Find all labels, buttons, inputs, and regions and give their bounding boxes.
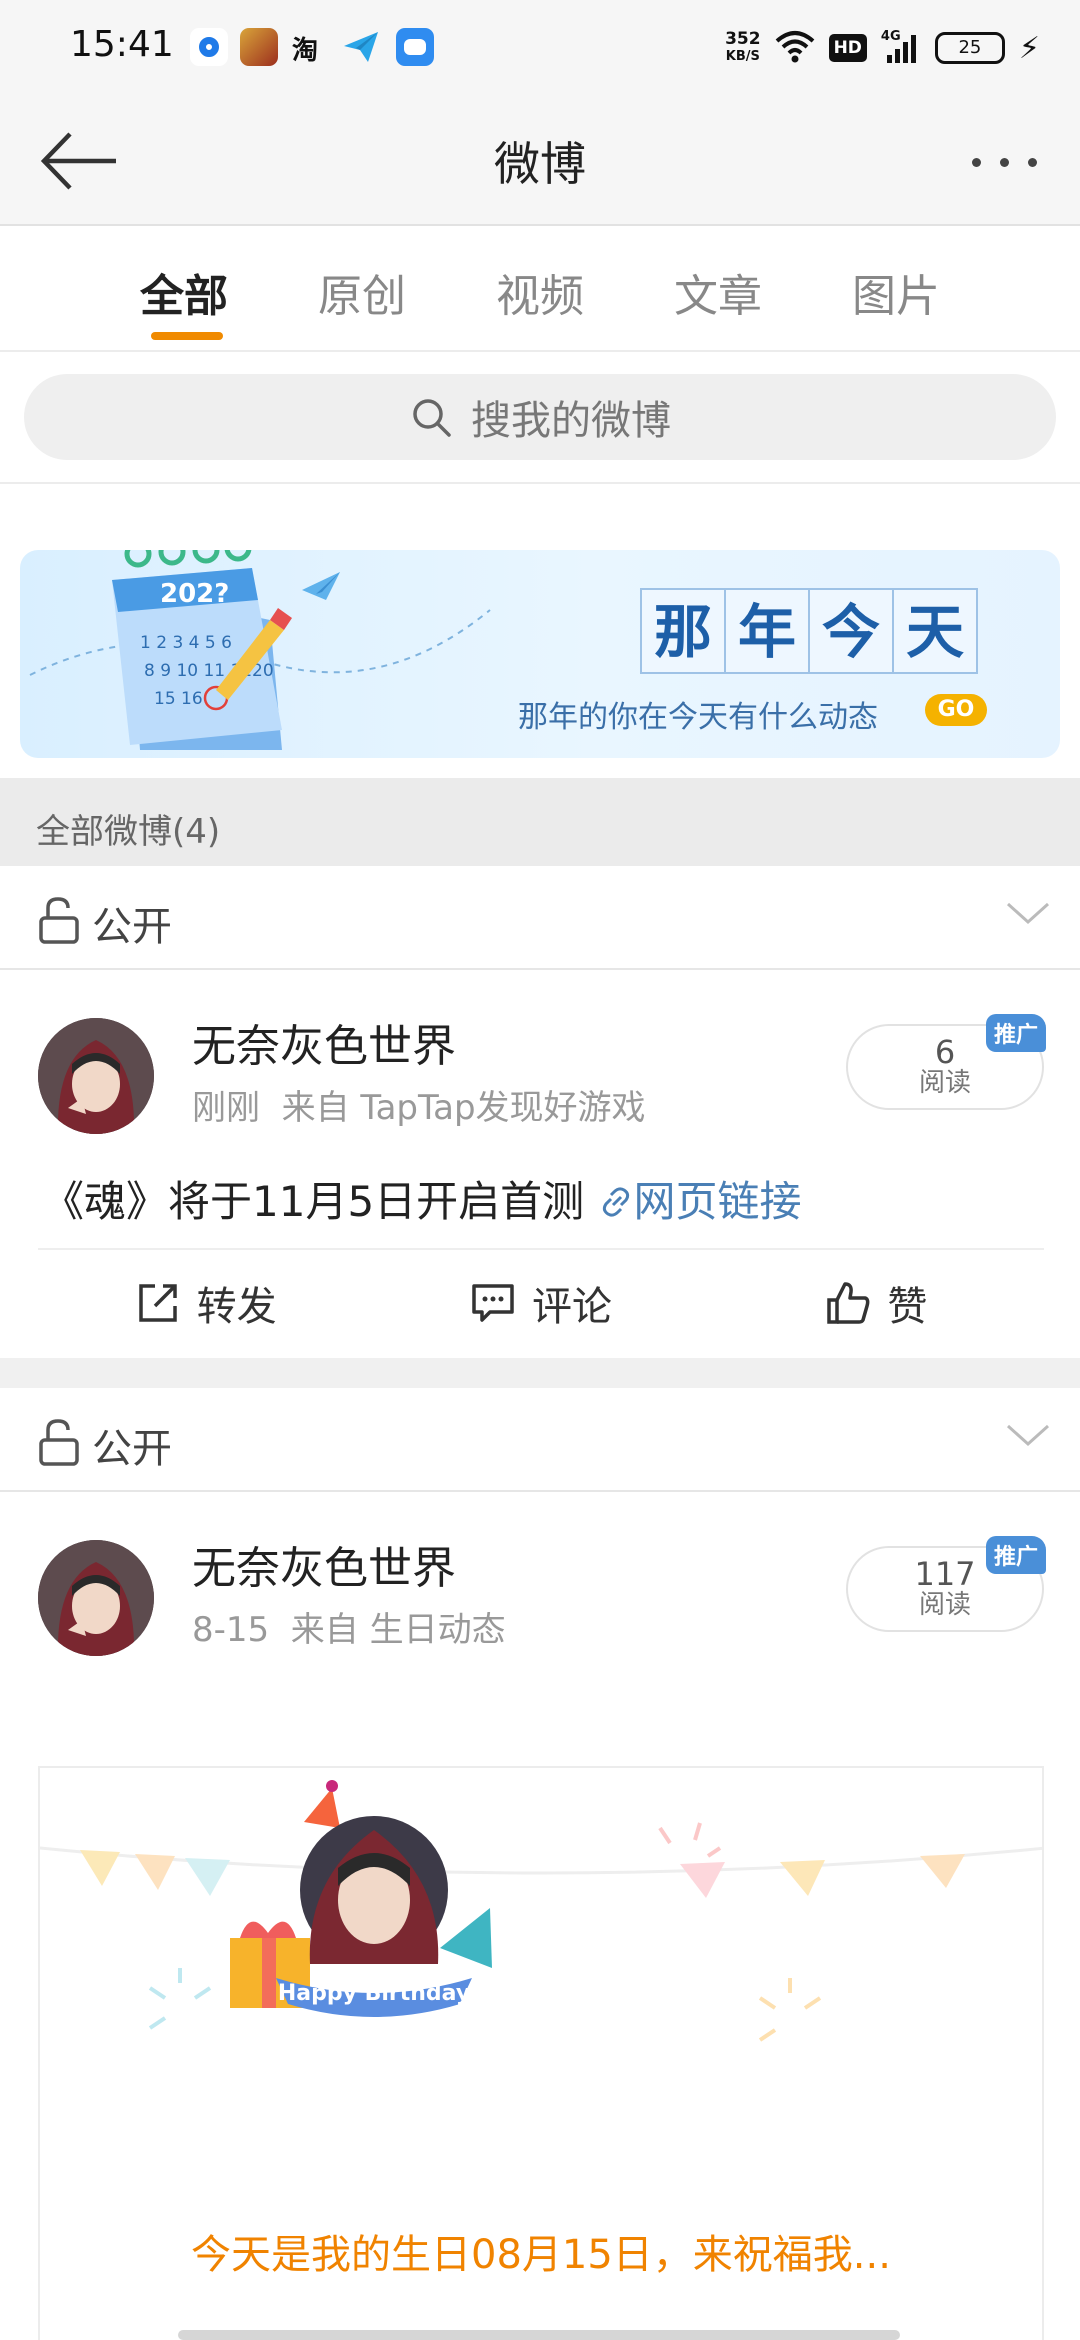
comment-label: 评论	[531, 1284, 612, 1330]
calendar-year: 202?	[160, 579, 229, 609]
post-separator	[0, 1358, 1080, 1388]
read-label: 阅读	[918, 1590, 971, 1620]
birthday-card[interactable]: Happy Birthday 今天是我的生日08月15日，来祝福我...	[38, 1766, 1044, 2340]
section-title: 全部微博(4)	[36, 812, 221, 852]
search-placeholder: 搜我的微博	[471, 398, 671, 444]
comment-button[interactable]: 评论	[373, 1250, 708, 1356]
avatar-image	[38, 1018, 154, 1134]
more-dot-icon	[1000, 158, 1009, 167]
post-text: 《魂》将于11月5日开启首测 网页链接	[42, 1168, 802, 1229]
post-meta: 刚刚 来自 TapTap发现好游戏	[192, 1080, 646, 1129]
action-bar: 转发 评论 赞	[38, 1248, 1044, 1356]
chat-app-icon	[396, 28, 434, 66]
title-bar: 微博	[0, 96, 1080, 226]
tab-original[interactable]: 原创	[273, 228, 451, 350]
status-indicators: 352 KB/S HD 4G 25 ⚡	[725, 24, 1040, 72]
post-card: 无奈灰色世界 刚刚 来自 TapTap发现好游戏 6 阅读 推广 《魂》将于11…	[0, 972, 1080, 1356]
on-this-day-banner[interactable]: 202? 1 2 3 4 5 6 8 9 10 11 12 20 15 16 那…	[20, 550, 1060, 758]
like-label: 赞	[887, 1284, 928, 1330]
avatar-image	[38, 1540, 154, 1656]
repost-button[interactable]: 转发	[38, 1250, 373, 1356]
post-time: 8-15	[192, 1610, 270, 1650]
charging-icon: ⚡	[1018, 30, 1040, 66]
web-link[interactable]: 网页链接	[598, 1177, 802, 1226]
search-icon	[413, 399, 451, 437]
unlock-icon	[39, 897, 79, 944]
post-body: 《魂》将于11月5日开启首测	[42, 1177, 585, 1226]
tab-picture[interactable]: 图片	[807, 228, 985, 350]
search-area: 搜我的微博	[0, 354, 1080, 484]
more-dot-icon	[1028, 158, 1037, 167]
banner-title-char: 那	[640, 588, 726, 674]
game-app-icon	[240, 28, 278, 66]
repost-label: 转发	[196, 1284, 277, 1330]
tab-all[interactable]: 全部	[95, 228, 273, 350]
chevron-down-icon[interactable]	[1004, 1416, 1052, 1456]
post-source[interactable]: 来自 TapTap发现好游戏	[282, 1088, 646, 1128]
post-time: 刚刚	[192, 1088, 260, 1128]
blue-dot-app-icon	[190, 28, 228, 66]
battery-icon: 25	[934, 32, 1005, 64]
tab-video[interactable]: 视频	[451, 228, 629, 350]
net-speed: 352 KB/S	[725, 31, 761, 65]
taobao-icon: 淘	[292, 36, 319, 66]
birthday-ribbon-text: Happy Birthday	[278, 1981, 470, 2006]
visibility-label: 公开	[92, 1426, 172, 1472]
post-username[interactable]: 无奈灰色世界	[192, 1010, 456, 1074]
read-count-pill[interactable]: 6 阅读 推广	[846, 1014, 1046, 1110]
read-label: 阅读	[918, 1068, 971, 1098]
page-title: 微博	[494, 137, 586, 191]
visibility-label: 公开	[92, 904, 172, 950]
banner-go-button[interactable]: GO	[925, 694, 987, 726]
birthday-illustration: Happy Birthday	[40, 1780, 1042, 2042]
banner-title-char: 天	[892, 588, 978, 674]
post-meta: 8-15 来自 生日动态	[192, 1602, 506, 1651]
paper-plane-app-icon	[342, 28, 380, 66]
birthday-text: 今天是我的生日08月15日，来祝福我...	[191, 2232, 891, 2278]
link-icon	[602, 1187, 629, 1217]
net-speed-unit: KB/S	[725, 49, 760, 64]
post-source[interactable]: 来自 生日动态	[291, 1610, 506, 1650]
visibility-row[interactable]: 公开	[0, 866, 1080, 970]
more-dot-icon	[972, 158, 981, 167]
search-input[interactable]: 搜我的微博	[24, 374, 1056, 460]
read-count-pill[interactable]: 117 阅读 推广	[846, 1536, 1046, 1632]
status-bar: 15:41 淘 352 KB/S HD 4G 25 ⚡	[0, 0, 1080, 96]
net-speed-value: 352	[725, 29, 761, 49]
more-options-button[interactable]	[960, 136, 1050, 186]
post-username[interactable]: 无奈灰色世界	[192, 1532, 456, 1596]
thumbs-up-icon	[827, 1282, 870, 1324]
banner-title: 那 年 今 天	[640, 588, 978, 674]
svg-text:1 2 3 4 5 6: 1 2 3 4 5 6	[140, 633, 232, 653]
avatar[interactable]	[38, 1540, 154, 1656]
comment-icon	[472, 1284, 514, 1322]
chevron-down-icon[interactable]	[1004, 894, 1052, 934]
signal-icon: 4G	[881, 29, 921, 65]
tab-article[interactable]: 文章	[629, 228, 807, 350]
banner-area: 202? 1 2 3 4 5 6 8 9 10 11 12 20 15 16 那…	[0, 486, 1080, 776]
like-button[interactable]: 赞	[709, 1250, 1044, 1356]
banner-title-char: 年	[724, 588, 810, 674]
visibility-row[interactable]: 公开	[0, 1388, 1080, 1492]
svg-text:15 16: 15 16	[154, 689, 203, 709]
promo-badge[interactable]: 推广	[985, 1014, 1046, 1052]
hd-icon: HD	[828, 34, 867, 62]
tab-bar: 全部 原创 视频 文章 图片	[0, 228, 1080, 352]
horizontal-scrollbar	[178, 2330, 900, 2340]
banner-title-char: 今	[808, 588, 894, 674]
avatar[interactable]	[38, 1018, 154, 1134]
banner-subtitle: 那年的你在今天有什么动态	[518, 700, 878, 735]
status-time: 15:41	[70, 24, 174, 65]
web-link-label: 网页链接	[633, 1177, 802, 1226]
repost-icon	[138, 1284, 177, 1322]
wifi-icon	[775, 29, 815, 67]
calendar-illustration-icon: 202? 1 2 3 4 5 6 8 9 10 11 12 20 15 16	[29, 550, 491, 750]
section-header: 全部微博(4)	[0, 778, 1080, 866]
promo-badge[interactable]: 推广	[985, 1536, 1046, 1574]
unlock-icon	[39, 1419, 79, 1466]
